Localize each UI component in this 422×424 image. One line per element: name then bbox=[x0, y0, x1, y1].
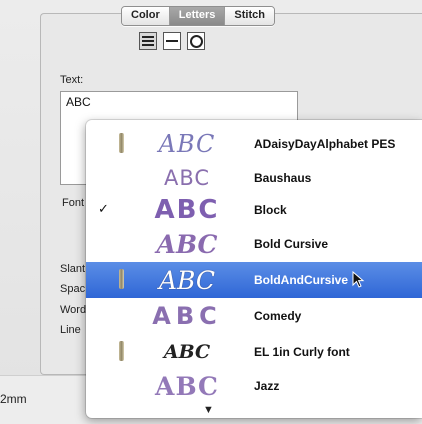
font-item-adaisydayalphabet[interactable]: ABC ADaisyDayAlphabet PES bbox=[86, 126, 422, 162]
font-item-label: Comedy bbox=[254, 309, 302, 323]
font-item-block[interactable]: ✓ ABC Block bbox=[86, 192, 422, 228]
tab-letters[interactable]: Letters bbox=[169, 7, 226, 25]
mouse-pointer-icon bbox=[352, 271, 365, 288]
tab-color[interactable]: Color bbox=[122, 7, 170, 25]
font-preview: ABC bbox=[154, 195, 220, 225]
embroidery-needle-icon bbox=[119, 341, 124, 361]
tab-bar: Color Letters Stitch bbox=[121, 6, 275, 26]
font-item-label: Baushaus bbox=[254, 171, 312, 185]
embroidery-needle-icon bbox=[119, 133, 124, 153]
straight-line-button[interactable] bbox=[163, 32, 181, 50]
unit-readout: 2mm bbox=[0, 392, 27, 406]
font-item-label: EL 1in Curly font bbox=[254, 345, 350, 359]
font-item-label: BoldAndCursive bbox=[254, 273, 349, 287]
font-preview: ABC bbox=[156, 229, 218, 259]
lines-icon bbox=[142, 36, 154, 46]
font-item-boldandcursive[interactable]: ABC BoldAndCursive bbox=[86, 262, 422, 298]
font-preview: ABC bbox=[158, 130, 216, 158]
font-dropdown-menu: ABC ADaisyDayAlphabet PES ABC Baushaus ✓… bbox=[86, 120, 422, 418]
multiline-button[interactable] bbox=[139, 32, 157, 50]
spacing-label: Spac bbox=[60, 283, 86, 295]
circle-text-button[interactable] bbox=[187, 32, 205, 50]
font-item-jazz[interactable]: ABC Jazz bbox=[86, 368, 422, 404]
font-preview: ABC bbox=[152, 302, 222, 330]
font-item-label: Bold Cursive bbox=[254, 237, 329, 251]
font-item-baushaus[interactable]: ABC Baushaus bbox=[86, 160, 422, 196]
slant-label: Slant bbox=[60, 263, 86, 275]
font-item-el-1in-curly[interactable]: ABC EL 1in Curly font bbox=[86, 334, 422, 370]
font-item-label: Jazz bbox=[254, 379, 280, 393]
tab-stitch[interactable]: Stitch bbox=[225, 7, 274, 25]
line-spacing-label: Line bbox=[60, 324, 81, 336]
font-item-label: Block bbox=[254, 203, 287, 217]
embroidery-needle-icon bbox=[119, 269, 124, 289]
scroll-down-arrow-icon[interactable]: ▼ bbox=[203, 404, 214, 416]
text-shape-buttons bbox=[139, 32, 205, 50]
line-icon bbox=[166, 40, 178, 42]
font-preview: ABC bbox=[158, 265, 216, 295]
font-item-comedy[interactable]: ABC Comedy bbox=[86, 298, 422, 334]
font-preview: ABC bbox=[163, 341, 211, 363]
text-label: Text: bbox=[60, 74, 84, 86]
checkmark-icon: ✓ bbox=[98, 201, 109, 216]
font-label: Font bbox=[62, 197, 85, 209]
circle-icon bbox=[189, 34, 203, 48]
font-preview: ABC bbox=[155, 371, 219, 401]
font-item-bold-cursive[interactable]: ABC Bold Cursive bbox=[86, 226, 422, 262]
word-spacing-label: Word bbox=[60, 304, 87, 316]
font-preview: ABC bbox=[163, 166, 211, 190]
font-item-label: ADaisyDayAlphabet PES bbox=[254, 137, 396, 151]
